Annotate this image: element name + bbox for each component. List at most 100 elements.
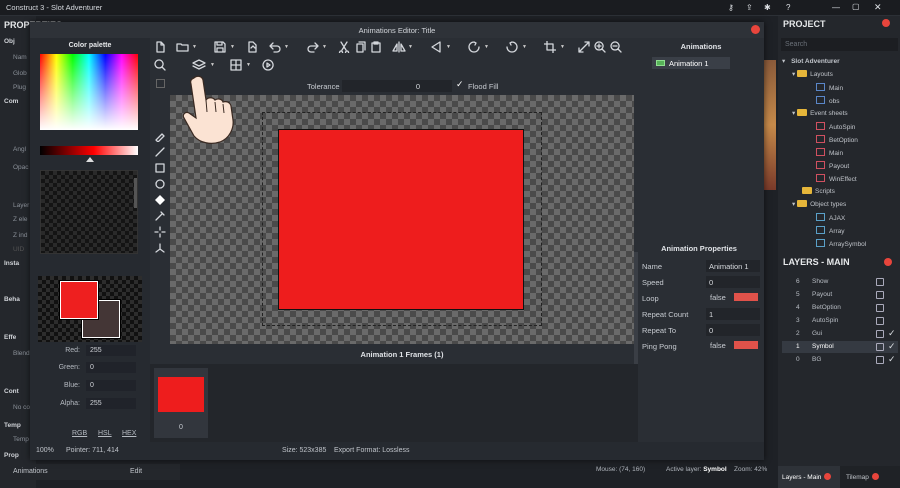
layers-close-button[interactable] <box>884 258 892 266</box>
prop-row[interactable]: Cont <box>4 388 19 395</box>
scripts-folder[interactable]: Scripts <box>802 187 835 195</box>
resize-icon[interactable] <box>578 41 590 53</box>
prop-value-repeat-count[interactable]: 1 <box>706 308 760 320</box>
rgb-format-link[interactable]: RGB <box>72 430 87 437</box>
dropdown-caret-icon[interactable]: ▼ <box>192 44 197 50</box>
layer-row[interactable]: 0 BG ✓ <box>782 354 898 366</box>
dropdown-caret-icon[interactable]: ▼ <box>246 62 251 68</box>
cut-icon[interactable] <box>338 41 350 53</box>
undo-icon[interactable] <box>268 41 282 53</box>
event-sheet-item[interactable]: Main <box>816 148 843 157</box>
paste-icon[interactable] <box>370 41 382 53</box>
copy-icon[interactable] <box>354 41 366 53</box>
frame-image[interactable] <box>278 129 524 310</box>
redo-icon[interactable] <box>306 41 320 53</box>
lock-icon[interactable] <box>876 330 884 338</box>
image-points-icon[interactable] <box>154 242 166 254</box>
project-close-button[interactable] <box>882 19 890 27</box>
dropdown-caret-icon[interactable]: ▼ <box>322 44 327 50</box>
tolerance-input[interactable]: 0 <box>342 80 452 92</box>
play-icon[interactable] <box>262 59 274 71</box>
layer-row[interactable]: 6 Show <box>782 276 898 288</box>
zoom-out-icon[interactable] <box>610 41 622 53</box>
layer-row[interactable]: 4 BetOption <box>782 302 898 314</box>
ping-pong-toggle[interactable] <box>734 341 758 349</box>
lock-icon[interactable] <box>876 291 884 299</box>
project-search-input[interactable]: Search <box>781 38 898 51</box>
layout-item[interactable]: obs <box>816 96 839 105</box>
upload-icon[interactable]: ⇪ <box>746 3 753 12</box>
flood-fill-checkbox[interactable]: ✓ <box>456 79 464 90</box>
layout-item[interactable]: Main <box>816 83 843 92</box>
open-folder-icon[interactable] <box>176 41 190 53</box>
minimize-icon[interactable]: — <box>832 3 840 12</box>
maximize-icon[interactable]: ▢ <box>852 2 860 11</box>
dropdown-caret-icon[interactable]: ▼ <box>408 44 413 50</box>
prop-row[interactable]: Prop <box>4 452 19 459</box>
layer-row[interactable]: 5 Payout <box>782 289 898 301</box>
lock-icon[interactable] <box>876 343 884 351</box>
rotate-icon[interactable] <box>468 41 480 53</box>
object-type-item[interactable]: AJAX <box>816 213 845 222</box>
prop-value-repeat-to[interactable]: 0 <box>706 324 760 336</box>
shade-slider[interactable] <box>40 146 138 155</box>
dropdown-caret-icon[interactable]: ▼ <box>522 44 527 50</box>
dropdown-caret-icon[interactable]: ▼ <box>210 62 215 68</box>
brush-icon[interactable] <box>154 130 166 142</box>
color-spectrum[interactable] <box>40 54 138 130</box>
crop-icon[interactable] <box>544 41 556 53</box>
help-icon[interactable]: ? <box>786 3 790 12</box>
line-icon[interactable] <box>154 146 166 158</box>
search-icon[interactable] <box>154 59 166 71</box>
settings-icon[interactable]: ✱ <box>764 3 771 12</box>
magic-wand-icon[interactable] <box>154 226 166 238</box>
hex-format-link[interactable]: HEX <box>122 430 136 437</box>
tab-close-icon[interactable] <box>871 473 879 480</box>
lock-icon[interactable] <box>876 356 884 364</box>
event-sheet-item[interactable]: BetOption <box>816 135 858 144</box>
tab-tilemap[interactable]: Tilemap <box>842 466 898 488</box>
blue-input[interactable]: 0 <box>86 380 136 391</box>
object-type-item[interactable]: ArraySymbol <box>816 239 866 248</box>
mirror-icon[interactable] <box>430 41 444 53</box>
save-icon[interactable] <box>214 41 226 53</box>
green-input[interactable]: 0 <box>86 362 136 373</box>
prop-row[interactable]: Effe <box>4 334 16 341</box>
dropdown-caret-icon[interactable]: ▼ <box>284 44 289 50</box>
layer-row-selected[interactable]: 1 Symbol ✓ <box>782 341 898 353</box>
rotate-cw-icon[interactable] <box>506 41 518 53</box>
layouts-folder[interactable]: ▾ Layouts <box>792 70 833 78</box>
object-type-item[interactable]: Array <box>816 226 845 235</box>
visible-check-icon[interactable]: ✓ <box>888 328 896 339</box>
primary-color-swatch[interactable] <box>59 280 99 320</box>
editor-close-button[interactable] <box>751 25 760 34</box>
layers-icon[interactable] <box>192 59 206 71</box>
prop-row[interactable]: Beha <box>4 296 20 303</box>
prop-value-speed[interactable]: 0 <box>706 276 760 288</box>
lock-icon[interactable] <box>876 304 884 312</box>
event-sheet-item[interactable]: Payout <box>816 161 849 170</box>
dropdown-caret-icon[interactable]: ▼ <box>560 44 565 50</box>
swatch-scrollbar[interactable] <box>134 178 137 208</box>
frame-thumbnail[interactable] <box>158 377 204 412</box>
prop-value-name[interactable]: Animation 1 <box>706 260 760 272</box>
flip-horizontal-icon[interactable] <box>392 41 406 53</box>
prop-row[interactable]: Obj <box>4 38 15 45</box>
alpha-input[interactable]: 255 <box>86 398 136 409</box>
project-root[interactable]: ▾ Slot Adventurer <box>782 57 840 65</box>
rectangle-icon[interactable] <box>154 162 166 174</box>
prop-row[interactable]: Insta <box>4 260 19 267</box>
prop-row[interactable]: Com <box>4 98 18 105</box>
layer-row[interactable]: 2 Gui ✓ <box>782 328 898 340</box>
ellipse-icon[interactable] <box>154 178 166 190</box>
lock-icon[interactable] <box>876 278 884 286</box>
lock-icon[interactable] <box>876 317 884 325</box>
visible-check-icon[interactable]: ✓ <box>888 354 896 365</box>
slider-marker-icon[interactable] <box>86 157 94 162</box>
red-input[interactable]: 255 <box>86 345 136 356</box>
zoom-in-icon[interactable] <box>594 41 606 53</box>
object-types-folder[interactable]: ▾ Object types <box>792 200 846 208</box>
fill-bucket-icon[interactable] <box>154 194 166 206</box>
animations-edit-link[interactable]: Edit <box>130 468 142 475</box>
visible-check-icon[interactable]: ✓ <box>888 341 896 352</box>
